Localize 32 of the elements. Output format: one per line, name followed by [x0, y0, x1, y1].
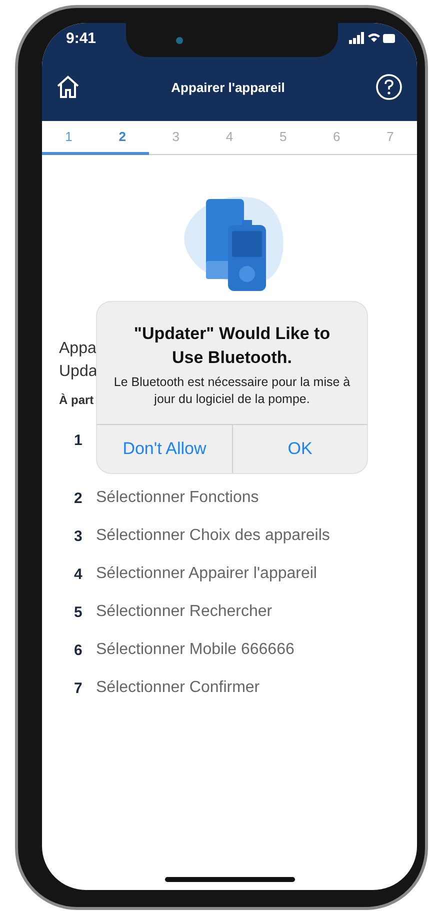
step-tab[interactable]: 1	[42, 121, 96, 155]
step-tab[interactable]: 2	[96, 121, 150, 155]
step-tab[interactable]: 7	[363, 121, 417, 155]
step-tab[interactable]: 4	[202, 121, 256, 155]
step-number: 1	[74, 432, 84, 448]
intro-text: À part	[59, 393, 94, 407]
step-text: Sélectionner Choix des appareils	[96, 527, 330, 545]
step-text: Sélectionner Confirmer	[96, 679, 260, 697]
step-tab[interactable]: 3	[149, 121, 203, 155]
heading-text: Upda	[59, 362, 98, 382]
step-text: Sélectionner Rechercher	[96, 603, 272, 621]
alert-button[interactable]: OK	[232, 425, 367, 473]
home-icon[interactable]	[55, 74, 81, 100]
step-text: Sélectionner Fonctions	[96, 489, 259, 507]
status-time: 9:41	[66, 30, 96, 46]
step-tab[interactable]: 5	[256, 121, 310, 155]
step-number: 5	[74, 604, 84, 620]
screen-title: Appairer l'appareil	[171, 80, 285, 94]
status-icons	[349, 32, 395, 44]
step-number: 6	[74, 642, 84, 658]
step-text: Sélectionner Mobile 666666	[96, 641, 294, 659]
alert-message: Le Bluetooth est nécessaire pour la mise à jour du logiciel de la pompe.	[112, 374, 352, 408]
alert-title: "Updater" Would Like to Use Bluetooth.	[132, 323, 332, 369]
step-tab[interactable]: 6	[310, 121, 364, 155]
help-icon[interactable]	[374, 73, 403, 101]
step-number: 4	[74, 566, 84, 582]
step-text: Sélectionner Appairer l'appareil	[96, 565, 317, 583]
heading-text: Appa	[59, 339, 96, 359]
step-number: 7	[74, 680, 84, 696]
step-number: 2	[74, 490, 84, 506]
alert-button[interactable]: Don't Allow	[97, 425, 232, 473]
step-number: 3	[74, 528, 84, 544]
